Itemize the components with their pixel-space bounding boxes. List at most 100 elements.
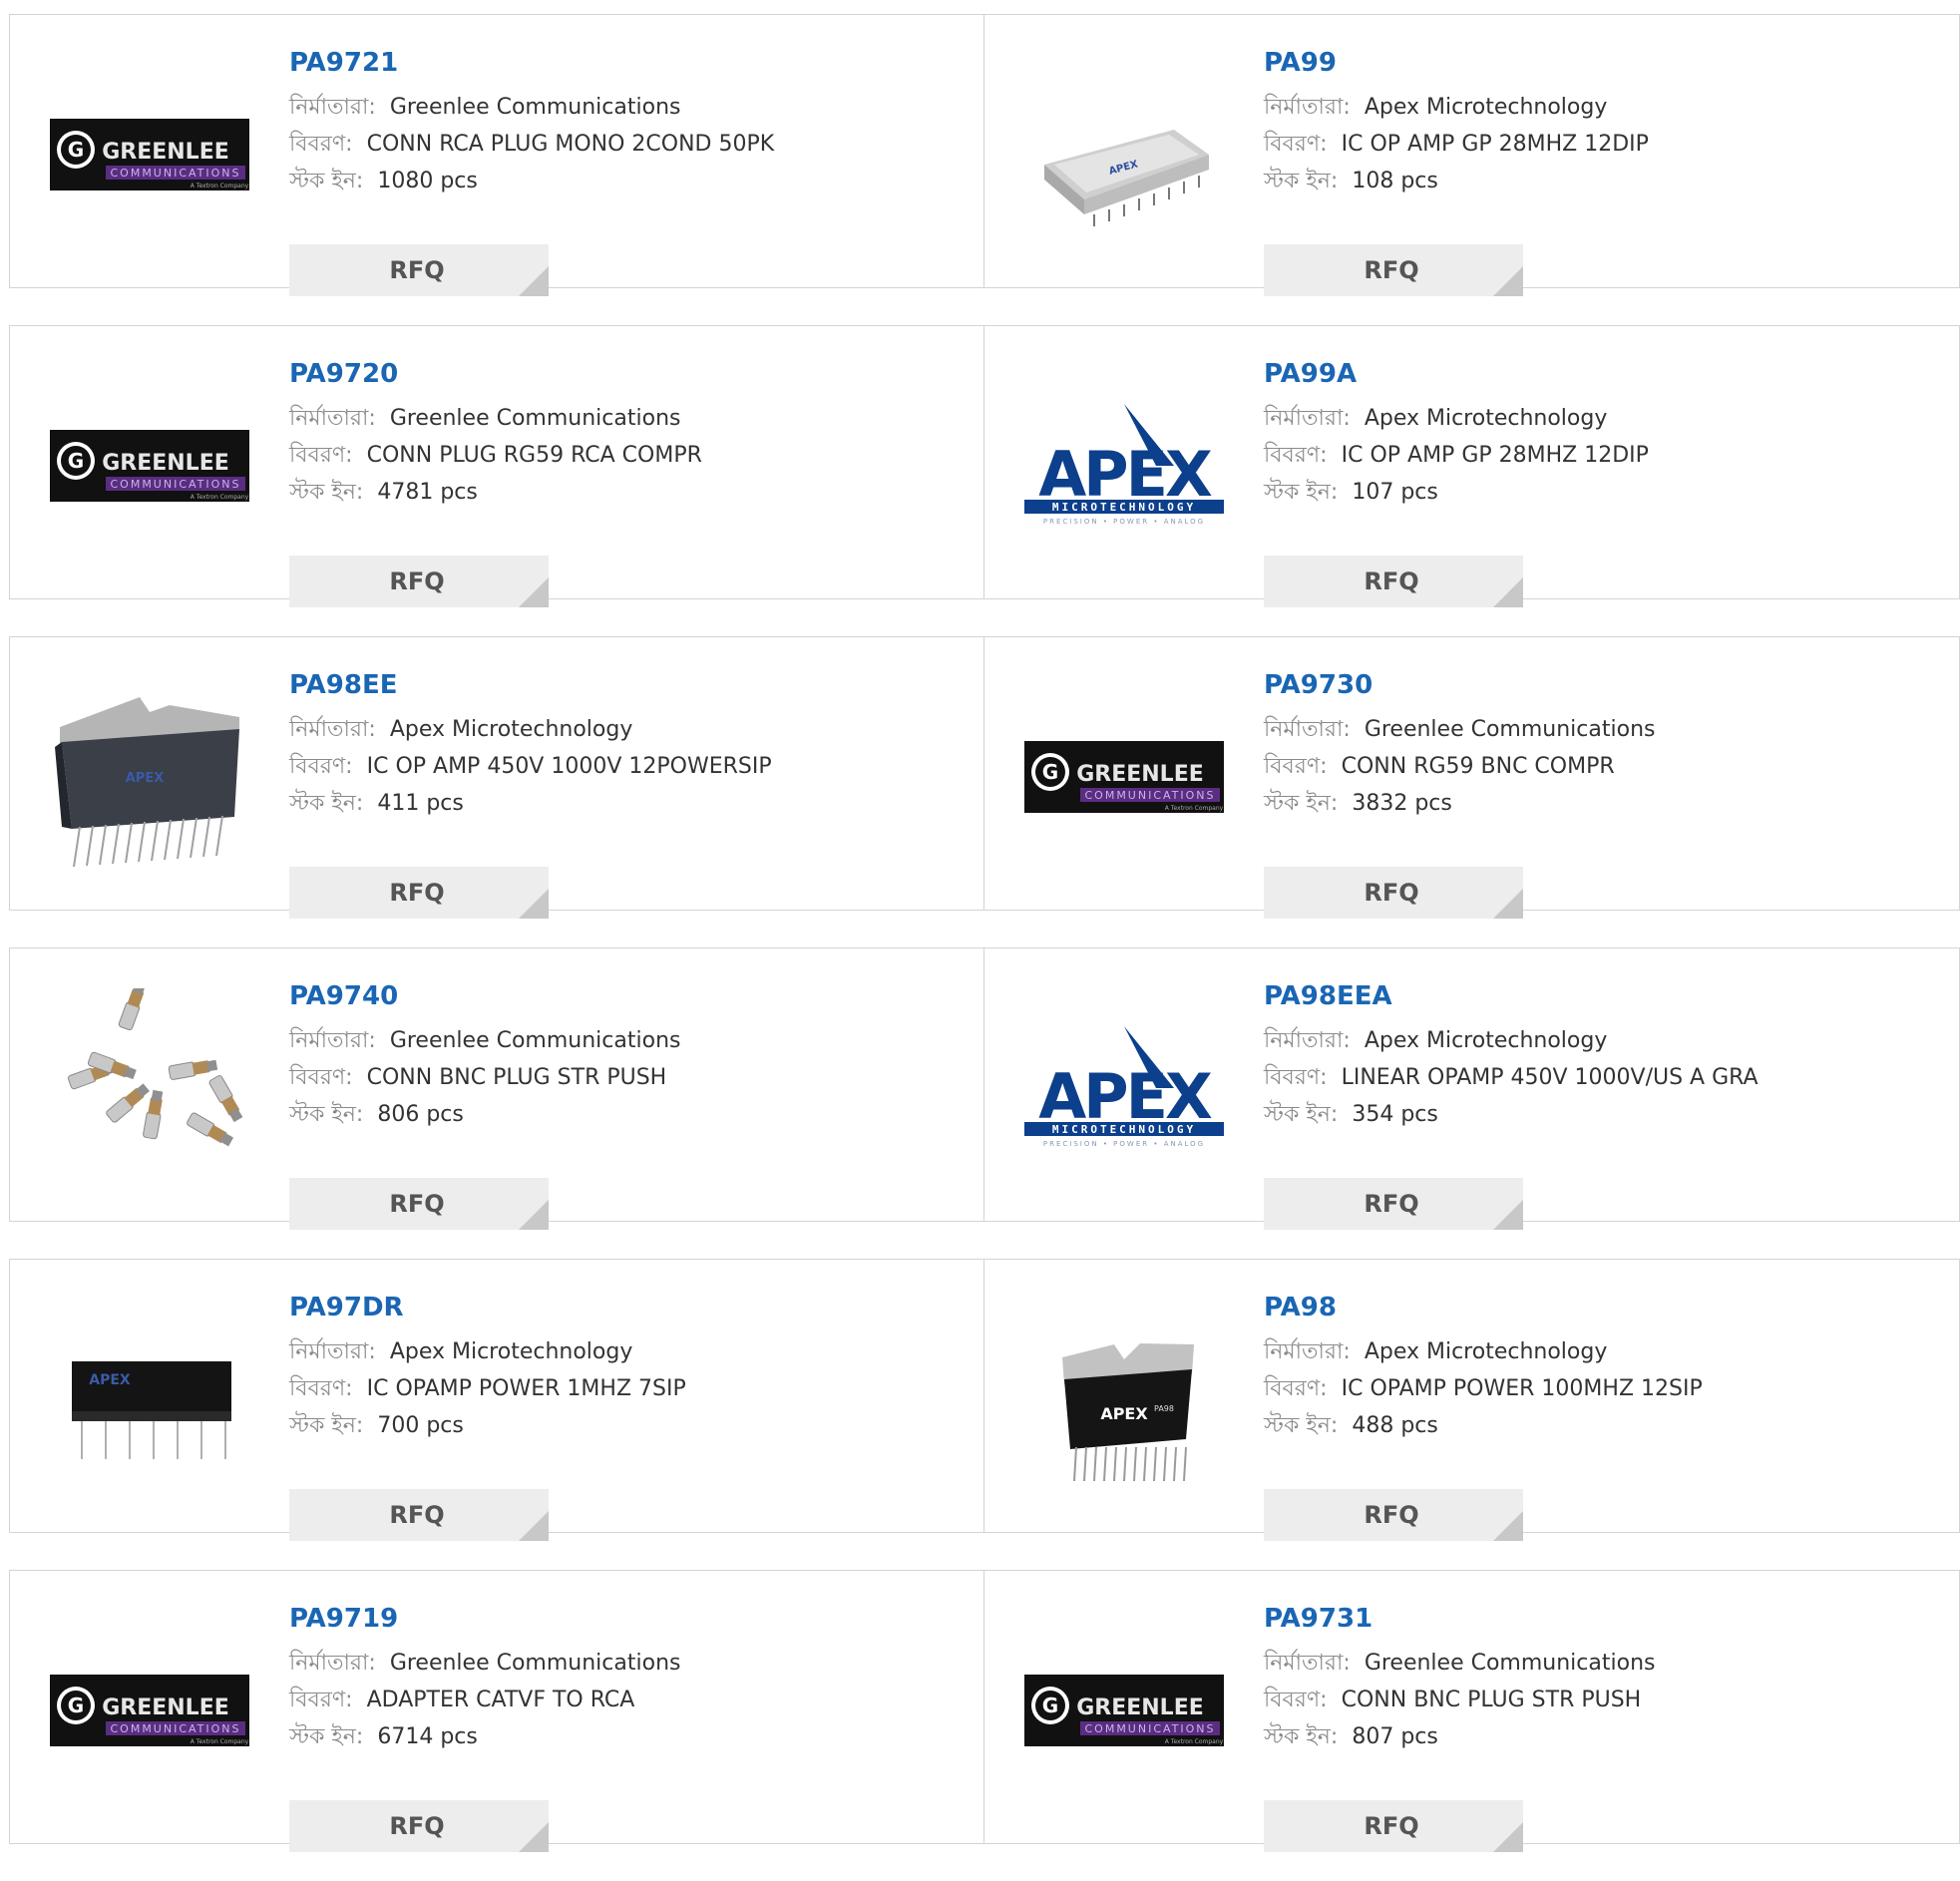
svg-text:MICROTECHNOLOGY: MICROTECHNOLOGY bbox=[1052, 501, 1196, 514]
greenlee-logo: G GREENLEE COMMUNICATIONS A Textron Company bbox=[1024, 1675, 1224, 1746]
corner-fold-icon bbox=[519, 1200, 549, 1230]
part-number-link[interactable]: PA9721 bbox=[289, 45, 968, 81]
description-value: CONN PLUG RG59 RCA COMPR bbox=[366, 443, 702, 468]
greenlee-logo-image[interactable]: G GREENLEE COMMUNICATIONS A Textron Company bbox=[1024, 677, 1224, 877]
product-info: PA98 নির্মাতারা: Apex Microtechnology বিব… bbox=[1264, 1290, 1942, 1541]
apex-power-sip: APEX bbox=[55, 697, 239, 868]
product-card: APEX PA98EE নির্মাতারা: Apex Microtechnol… bbox=[9, 636, 984, 919]
manufacturer-value: Greenlee Communications bbox=[1364, 1651, 1656, 1676]
stock-row: স্টক ইন: 411 pcs bbox=[289, 785, 968, 822]
manufacturer-value: Greenlee Communications bbox=[389, 406, 681, 431]
svg-text:G: G bbox=[1042, 760, 1058, 784]
description-row: বিবরণ: CONN BNC PLUG STR PUSH bbox=[289, 1059, 968, 1096]
rfq-button[interactable]: RFQ bbox=[289, 556, 549, 607]
rfq-button[interactable]: RFQ bbox=[1264, 867, 1523, 919]
part-number-link[interactable]: PA98EEA bbox=[1264, 978, 1942, 1014]
description-label: বিবরণ: bbox=[1264, 754, 1328, 779]
manufacturer-label: নির্মাতারা: bbox=[289, 717, 376, 742]
apex-sip-black-image[interactable]: APEX bbox=[50, 1300, 249, 1499]
part-number-link[interactable]: PA9720 bbox=[289, 356, 968, 392]
apex-pa98-sip-image[interactable]: APEX PA98 bbox=[1024, 1300, 1224, 1499]
part-number-link[interactable]: PA99A bbox=[1264, 356, 1942, 392]
apex-dip-module-image[interactable]: APEX bbox=[1024, 55, 1224, 254]
manufacturer-row: নির্মাতারা: Apex Microtechnology bbox=[1264, 1333, 1942, 1370]
description-value: CONN BNC PLUG STR PUSH bbox=[366, 1065, 667, 1090]
product-card: G GREENLEE COMMUNICATIONS A Textron Company… bbox=[9, 14, 984, 296]
manufacturer-value: Apex Microtechnology bbox=[1364, 406, 1608, 431]
svg-text:COMMUNICATIONS: COMMUNICATIONS bbox=[110, 478, 240, 491]
product-info: PA9721 নির্মাতারা: Greenlee Communication… bbox=[289, 45, 968, 296]
part-number-link[interactable]: PA98EE bbox=[289, 667, 968, 703]
manufacturer-value: Greenlee Communications bbox=[389, 1651, 681, 1676]
description-value: CONN RCA PLUG MONO 2COND 50PK bbox=[366, 132, 775, 157]
manufacturer-label: নির্মাতারা: bbox=[1264, 1651, 1351, 1676]
product-info: PA99 নির্মাতারা: Apex Microtechnology বিব… bbox=[1264, 45, 1942, 296]
svg-text:A Textron Company: A Textron Company bbox=[191, 1738, 249, 1745]
corner-fold-icon bbox=[519, 889, 549, 919]
rfq-button[interactable]: RFQ bbox=[1264, 1178, 1523, 1230]
manufacturer-label: নির্মাতারা: bbox=[1264, 1339, 1351, 1364]
rfq-button[interactable]: RFQ bbox=[1264, 1489, 1523, 1541]
stock-label: স্টক ইন: bbox=[1264, 1102, 1339, 1127]
description-label: বিবরণ: bbox=[1264, 1376, 1328, 1401]
bnc-connectors-image[interactable] bbox=[50, 988, 249, 1188]
svg-text:PRECISION • POWER • ANALOG: PRECISION • POWER • ANALOG bbox=[1043, 1140, 1205, 1148]
svg-text:APEX: APEX bbox=[1100, 1404, 1148, 1423]
stock-label: স্টক ইন: bbox=[1264, 480, 1339, 505]
stock-value: 108 pcs bbox=[1352, 169, 1438, 193]
rfq-button[interactable]: RFQ bbox=[289, 1178, 549, 1230]
rfq-button[interactable]: RFQ bbox=[289, 1489, 549, 1541]
rfq-button[interactable]: RFQ bbox=[289, 1800, 549, 1852]
apex-logo-image[interactable]: APEX MICROTECHNOLOGY PRECISION • POWER • A… bbox=[1024, 988, 1224, 1188]
part-number-link[interactable]: PA9731 bbox=[1264, 1601, 1942, 1637]
part-number-link[interactable]: PA9740 bbox=[289, 978, 968, 1014]
rfq-button-label: RFQ bbox=[389, 256, 445, 284]
rfq-button[interactable]: RFQ bbox=[1264, 1800, 1523, 1852]
greenlee-logo-image[interactable]: G GREENLEE COMMUNICATIONS A Textron Company bbox=[50, 55, 249, 254]
description-label: বিবরণ: bbox=[1264, 1065, 1328, 1090]
rfq-button-label: RFQ bbox=[389, 1501, 445, 1529]
rfq-button-label: RFQ bbox=[1364, 256, 1419, 284]
manufacturer-value: Apex Microtechnology bbox=[1364, 1028, 1608, 1053]
manufacturer-row: নির্মাতারা: Greenlee Communications bbox=[289, 89, 968, 126]
svg-text:COMMUNICATIONS: COMMUNICATIONS bbox=[1084, 1722, 1215, 1735]
rfq-button[interactable]: RFQ bbox=[1264, 556, 1523, 607]
manufacturer-label: নির্মাতারা: bbox=[1264, 95, 1351, 120]
part-number-link[interactable]: PA98 bbox=[1264, 1290, 1942, 1325]
stock-row: স্টক ইন: 354 pcs bbox=[1264, 1096, 1942, 1133]
product-info: PA9720 নির্মাতারা: Greenlee Communication… bbox=[289, 356, 968, 607]
svg-text:PRECISION • POWER • ANALOG: PRECISION • POWER • ANALOG bbox=[1043, 518, 1205, 526]
stock-value: 4781 pcs bbox=[377, 480, 478, 505]
manufacturer-value: Apex Microtechnology bbox=[389, 1339, 633, 1364]
manufacturer-row: নির্মাতারা: Greenlee Communications bbox=[289, 400, 968, 437]
part-number-link[interactable]: PA97DR bbox=[289, 1290, 968, 1325]
apex-power-sip-image[interactable]: APEX bbox=[50, 677, 249, 877]
stock-value: 3832 pcs bbox=[1352, 791, 1452, 816]
product-info: PA98EE নির্মাতারা: Apex Microtechnology ব… bbox=[289, 667, 968, 919]
product-row: G GREENLEE COMMUNICATIONS A Textron Company… bbox=[9, 325, 1960, 607]
rfq-button[interactable]: RFQ bbox=[1264, 244, 1523, 296]
stock-label: স্টক ইন: bbox=[1264, 169, 1339, 193]
svg-text:MICROTECHNOLOGY: MICROTECHNOLOGY bbox=[1052, 1123, 1196, 1136]
description-label: বিবরণ: bbox=[289, 443, 353, 468]
greenlee-logo-image[interactable]: G GREENLEE COMMUNICATIONS A Textron Company bbox=[50, 366, 249, 565]
part-number-link[interactable]: PA9719 bbox=[289, 1601, 968, 1637]
stock-row: স্টক ইন: 807 pcs bbox=[1264, 1718, 1942, 1755]
rfq-button[interactable]: RFQ bbox=[289, 867, 549, 919]
stock-label: স্টক ইন: bbox=[1264, 1724, 1339, 1749]
rfq-button[interactable]: RFQ bbox=[289, 244, 549, 296]
greenlee-logo-image[interactable]: G GREENLEE COMMUNICATIONS A Textron Company bbox=[1024, 1611, 1224, 1810]
description-row: বিবরণ: CONN RG59 BNC COMPR bbox=[1264, 748, 1942, 785]
corner-fold-icon bbox=[1493, 1511, 1523, 1541]
svg-text:G: G bbox=[68, 449, 84, 473]
part-number-link[interactable]: PA99 bbox=[1264, 45, 1942, 81]
rfq-button-label: RFQ bbox=[1364, 1501, 1419, 1529]
part-number-link[interactable]: PA9730 bbox=[1264, 667, 1942, 703]
apex-logo-image[interactable]: APEX MICROTECHNOLOGY PRECISION • POWER • A… bbox=[1024, 366, 1224, 565]
greenlee-logo-image[interactable]: G GREENLEE COMMUNICATIONS A Textron Company bbox=[50, 1611, 249, 1810]
svg-text:COMMUNICATIONS: COMMUNICATIONS bbox=[110, 1722, 240, 1735]
product-row: APEX PA98EE নির্মাতারা: Apex Microtechnol… bbox=[9, 636, 1960, 919]
description-row: বিবরণ: CONN BNC PLUG STR PUSH bbox=[1264, 1682, 1942, 1718]
corner-fold-icon bbox=[1493, 577, 1523, 607]
manufacturer-value: Apex Microtechnology bbox=[389, 717, 633, 742]
